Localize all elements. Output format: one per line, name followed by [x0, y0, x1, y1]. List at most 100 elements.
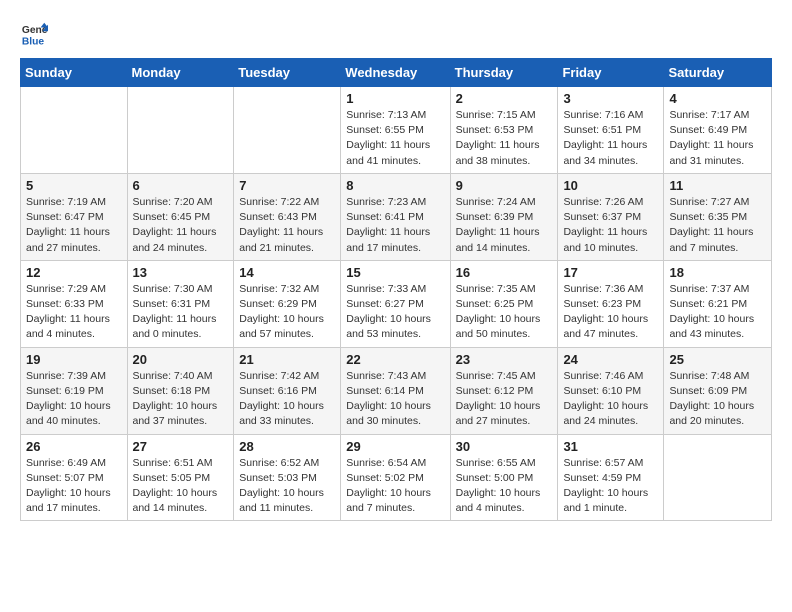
- calendar-cell: [127, 87, 234, 174]
- calendar-cell: [664, 434, 772, 521]
- calendar-cell: 11Sunrise: 7:27 AM Sunset: 6:35 PM Dayli…: [664, 173, 772, 260]
- weekday-header-thursday: Thursday: [450, 59, 558, 87]
- day-number: 22: [346, 352, 444, 367]
- calendar-cell: 20Sunrise: 7:40 AM Sunset: 6:18 PM Dayli…: [127, 347, 234, 434]
- calendar-cell: 16 Sunrise: 7:35 AM Sunset: 6:25 PM Dayli…: [450, 260, 558, 347]
- day-info: Sunrise: 7:42 AM Sunset: 6:16 PM Dayligh…: [239, 369, 335, 430]
- day-info: Sunrise: 7:46 AM Sunset: 6:10 PM Dayligh…: [563, 369, 658, 430]
- day-info: Sunrise: 7:39 AM Sunset: 6:19 PM Dayligh…: [26, 369, 122, 430]
- day-info: Sunrise: 6:51 AM Sunset: 5:05 PM Dayligh…: [133, 456, 229, 517]
- day-number: 10: [563, 178, 658, 193]
- day-number: 27: [133, 439, 229, 454]
- day-number: 4: [669, 91, 766, 106]
- calendar-cell: 29 Sunrise: 6:54 AM Sunset: 5:02 PM Dayli…: [341, 434, 450, 521]
- day-number: 31: [563, 439, 658, 454]
- day-number: 24: [563, 352, 658, 367]
- day-number: 18: [669, 265, 766, 280]
- day-info: Sunrise: 6:54 AM Sunset: 5:02 PM Dayligh…: [346, 456, 444, 517]
- calendar-cell: 13 Sunrise: 7:30 AM Sunset: 6:31 PM Dayli…: [127, 260, 234, 347]
- calendar-cell: 27 Sunrise: 6:51 AM Sunset: 5:05 PM Dayli…: [127, 434, 234, 521]
- calendar-cell: 17 Sunrise: 7:36 AM Sunset: 6:23 PM Dayli…: [558, 260, 664, 347]
- calendar-cell: 12 Sunrise: 7:29 AM Sunset: 6:33 PM Dayli…: [21, 260, 128, 347]
- day-info: Sunrise: 7:40 AM Sunset: 6:18 PM Dayligh…: [133, 369, 229, 430]
- calendar-cell: 30 Sunrise: 6:55 AM Sunset: 5:00 PM Dayli…: [450, 434, 558, 521]
- calendar-cell: 6 Sunrise: 7:20 AM Sunset: 6:45 PM Daylig…: [127, 173, 234, 260]
- calendar-cell: 10 Sunrise: 7:26 AM Sunset: 6:37 PM Dayli…: [558, 173, 664, 260]
- day-info: Sunrise: 7:30 AM Sunset: 6:31 PM Dayligh…: [133, 282, 229, 343]
- calendar-cell: 25Sunrise: 7:48 AM Sunset: 6:09 PM Dayli…: [664, 347, 772, 434]
- day-number: 17: [563, 265, 658, 280]
- weekday-header-monday: Monday: [127, 59, 234, 87]
- weekday-header-row: SundayMondayTuesdayWednesdayThursdayFrid…: [21, 59, 772, 87]
- day-info: Sunrise: 7:26 AM Sunset: 6:37 PM Dayligh…: [563, 195, 658, 256]
- calendar-cell: 5 Sunrise: 7:19 AM Sunset: 6:47 PM Daylig…: [21, 173, 128, 260]
- day-number: 8: [346, 178, 444, 193]
- day-info: Sunrise: 7:24 AM Sunset: 6:39 PM Dayligh…: [456, 195, 553, 256]
- day-info: Sunrise: 7:19 AM Sunset: 6:47 PM Dayligh…: [26, 195, 122, 256]
- calendar-cell: 9 Sunrise: 7:24 AM Sunset: 6:39 PM Daylig…: [450, 173, 558, 260]
- page-header: General Blue: [20, 20, 772, 48]
- day-number: 29: [346, 439, 444, 454]
- day-info: Sunrise: 7:45 AM Sunset: 6:12 PM Dayligh…: [456, 369, 553, 430]
- calendar-week-row: 1Sunrise: 7:13 AM Sunset: 6:55 PM Daylig…: [21, 87, 772, 174]
- day-info: Sunrise: 7:43 AM Sunset: 6:14 PM Dayligh…: [346, 369, 444, 430]
- calendar-cell: 15 Sunrise: 7:33 AM Sunset: 6:27 PM Dayli…: [341, 260, 450, 347]
- weekday-header-sunday: Sunday: [21, 59, 128, 87]
- weekday-header-tuesday: Tuesday: [234, 59, 341, 87]
- day-info: Sunrise: 7:17 AM Sunset: 6:49 PM Dayligh…: [669, 108, 766, 169]
- weekday-header-saturday: Saturday: [664, 59, 772, 87]
- day-info: Sunrise: 7:13 AM Sunset: 6:55 PM Dayligh…: [346, 108, 444, 169]
- calendar-cell: 21Sunrise: 7:42 AM Sunset: 6:16 PM Dayli…: [234, 347, 341, 434]
- calendar-cell: [21, 87, 128, 174]
- day-info: Sunrise: 6:49 AM Sunset: 5:07 PM Dayligh…: [26, 456, 122, 517]
- logo: General Blue: [20, 20, 52, 48]
- calendar-cell: 23Sunrise: 7:45 AM Sunset: 6:12 PM Dayli…: [450, 347, 558, 434]
- day-number: 11: [669, 178, 766, 193]
- day-number: 12: [26, 265, 122, 280]
- day-number: 14: [239, 265, 335, 280]
- calendar-cell: 14 Sunrise: 7:32 AM Sunset: 6:29 PM Dayli…: [234, 260, 341, 347]
- day-number: 15: [346, 265, 444, 280]
- weekday-header-wednesday: Wednesday: [341, 59, 450, 87]
- day-number: 13: [133, 265, 229, 280]
- day-number: 30: [456, 439, 553, 454]
- calendar-cell: 8Sunrise: 7:23 AM Sunset: 6:41 PM Daylig…: [341, 173, 450, 260]
- logo-icon: General Blue: [20, 20, 48, 48]
- day-number: 19: [26, 352, 122, 367]
- calendar-cell: 18 Sunrise: 7:37 AM Sunset: 6:21 PM Dayli…: [664, 260, 772, 347]
- day-info: Sunrise: 6:55 AM Sunset: 5:00 PM Dayligh…: [456, 456, 553, 517]
- calendar-cell: [234, 87, 341, 174]
- day-number: 25: [669, 352, 766, 367]
- day-info: Sunrise: 7:16 AM Sunset: 6:51 PM Dayligh…: [563, 108, 658, 169]
- day-info: Sunrise: 7:29 AM Sunset: 6:33 PM Dayligh…: [26, 282, 122, 343]
- day-info: Sunrise: 7:33 AM Sunset: 6:27 PM Dayligh…: [346, 282, 444, 343]
- day-info: Sunrise: 7:20 AM Sunset: 6:45 PM Dayligh…: [133, 195, 229, 256]
- day-info: Sunrise: 7:36 AM Sunset: 6:23 PM Dayligh…: [563, 282, 658, 343]
- day-info: Sunrise: 7:35 AM Sunset: 6:25 PM Dayligh…: [456, 282, 553, 343]
- day-info: Sunrise: 6:52 AM Sunset: 5:03 PM Dayligh…: [239, 456, 335, 517]
- calendar-cell: 28 Sunrise: 6:52 AM Sunset: 5:03 PM Dayli…: [234, 434, 341, 521]
- day-number: 9: [456, 178, 553, 193]
- day-info: Sunrise: 7:37 AM Sunset: 6:21 PM Dayligh…: [669, 282, 766, 343]
- day-number: 16: [456, 265, 553, 280]
- calendar-cell: 1Sunrise: 7:13 AM Sunset: 6:55 PM Daylig…: [341, 87, 450, 174]
- weekday-header-friday: Friday: [558, 59, 664, 87]
- day-number: 28: [239, 439, 335, 454]
- day-number: 2: [456, 91, 553, 106]
- day-number: 26: [26, 439, 122, 454]
- calendar-week-row: 26 Sunrise: 6:49 AM Sunset: 5:07 PM Dayli…: [21, 434, 772, 521]
- day-number: 6: [133, 178, 229, 193]
- calendar-cell: 24 Sunrise: 7:46 AM Sunset: 6:10 PM Dayli…: [558, 347, 664, 434]
- day-info: Sunrise: 7:32 AM Sunset: 6:29 PM Dayligh…: [239, 282, 335, 343]
- calendar-cell: 3Sunrise: 7:16 AM Sunset: 6:51 PM Daylig…: [558, 87, 664, 174]
- calendar-cell: 19 Sunrise: 7:39 AM Sunset: 6:19 PM Dayli…: [21, 347, 128, 434]
- calendar-cell: 2Sunrise: 7:15 AM Sunset: 6:53 PM Daylig…: [450, 87, 558, 174]
- calendar-cell: 26 Sunrise: 6:49 AM Sunset: 5:07 PM Dayli…: [21, 434, 128, 521]
- calendar-week-row: 12 Sunrise: 7:29 AM Sunset: 6:33 PM Dayli…: [21, 260, 772, 347]
- day-number: 7: [239, 178, 335, 193]
- day-info: Sunrise: 6:57 AM Sunset: 4:59 PM Dayligh…: [563, 456, 658, 517]
- day-number: 5: [26, 178, 122, 193]
- calendar-cell: 4 Sunrise: 7:17 AM Sunset: 6:49 PM Daylig…: [664, 87, 772, 174]
- day-info: Sunrise: 7:22 AM Sunset: 6:43 PM Dayligh…: [239, 195, 335, 256]
- calendar-week-row: 5 Sunrise: 7:19 AM Sunset: 6:47 PM Daylig…: [21, 173, 772, 260]
